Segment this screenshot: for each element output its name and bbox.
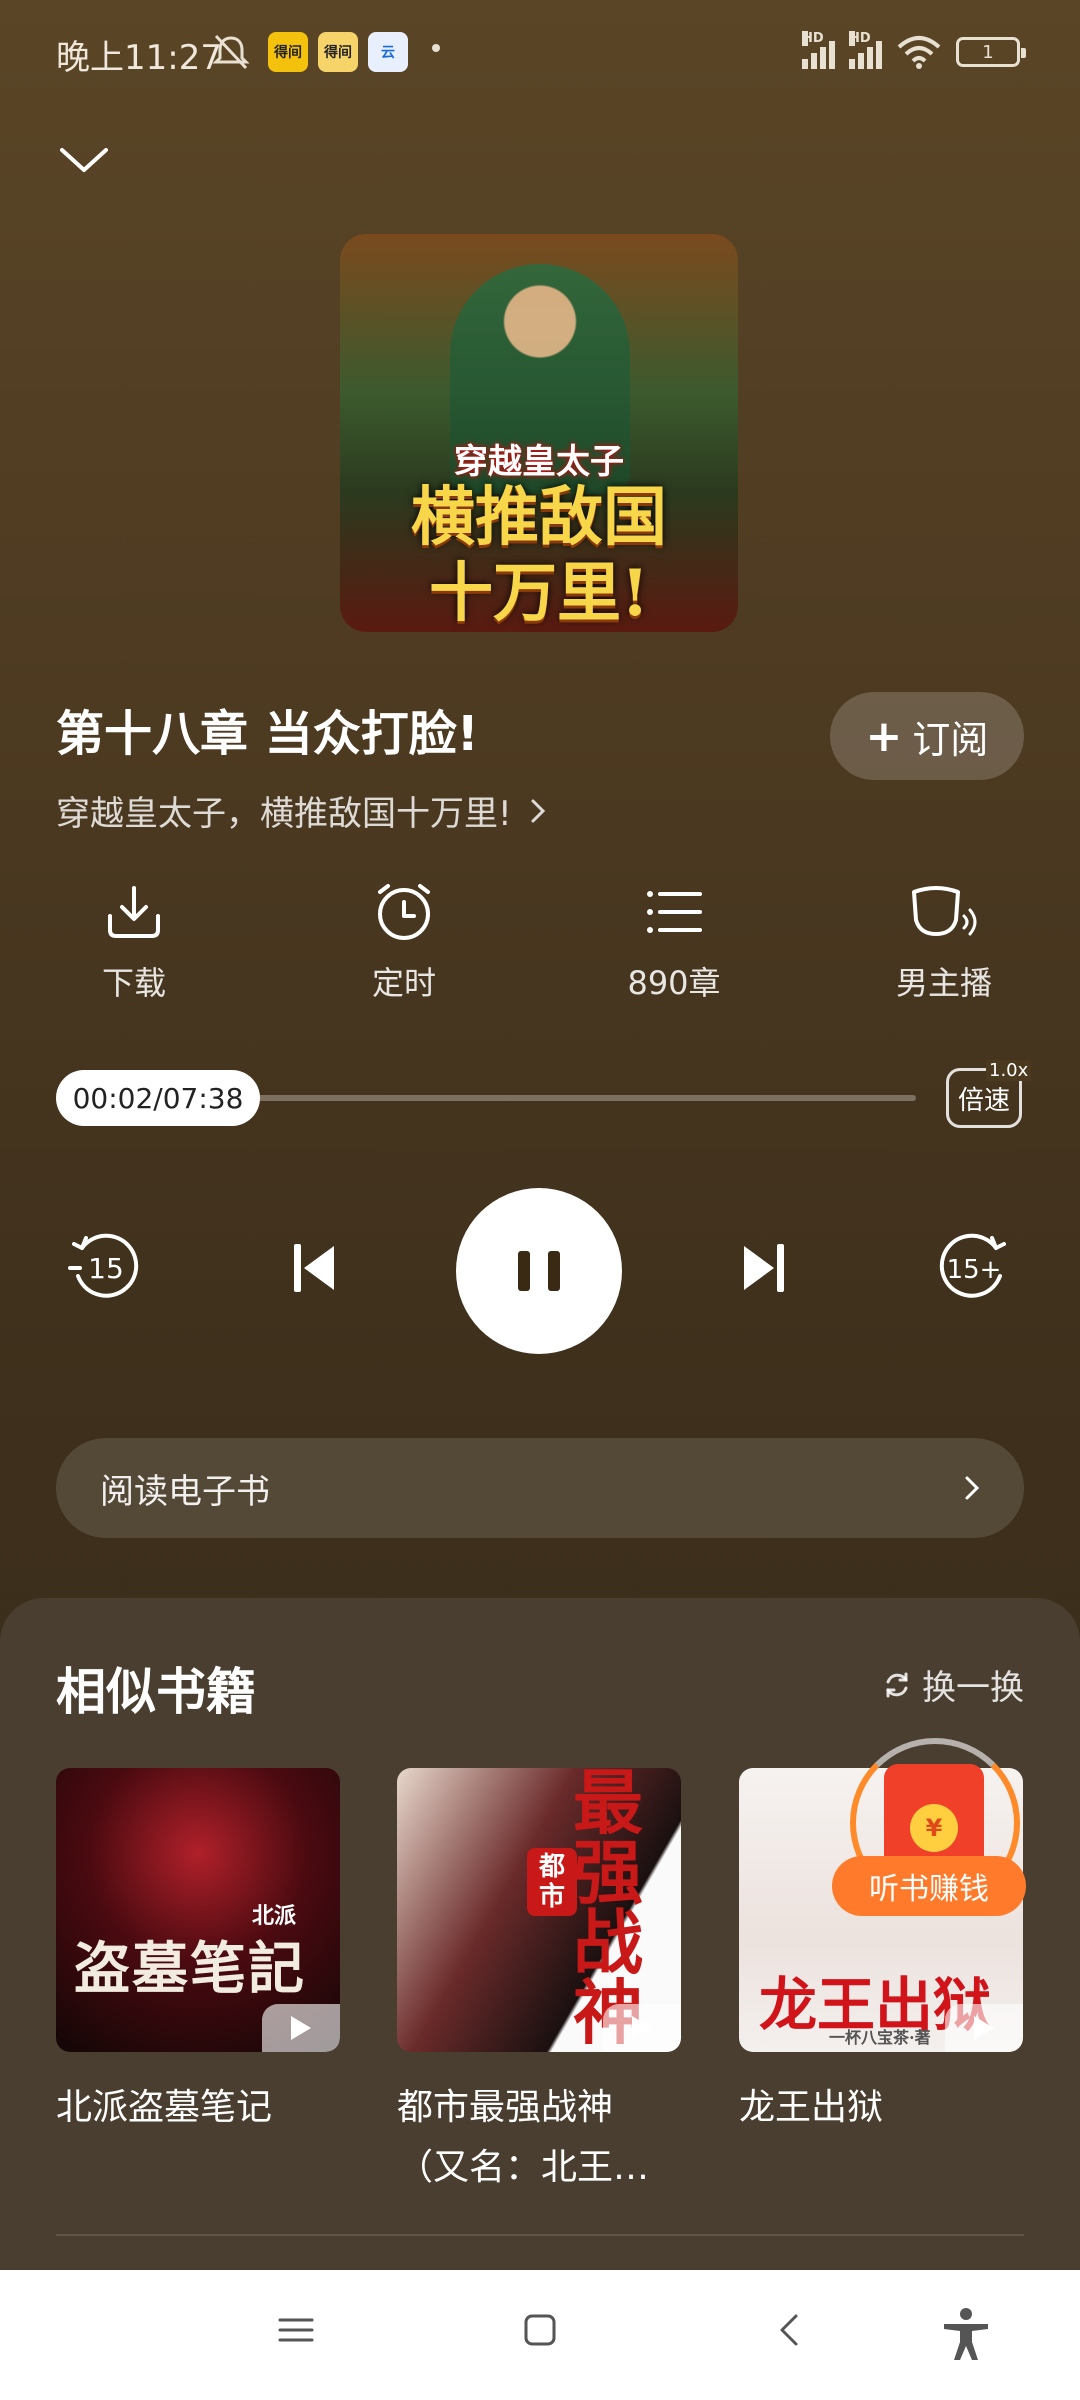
playback-controls: 15 15+ [0, 1188, 1080, 1358]
subscribe-label: 订阅 [912, 717, 989, 762]
accessibility-icon[interactable] [940, 2306, 992, 2362]
rewind-15-icon[interactable]: 15 [66, 1228, 142, 1304]
download-button[interactable]: 下载 [44, 880, 224, 1004]
pause-bar-right [548, 1251, 560, 1291]
notification-dot [432, 44, 440, 52]
play-badge-icon [945, 2004, 1023, 2052]
book-card-cover: 最强战神 都市 [397, 1768, 681, 2052]
svg-text:15+: 15+ [947, 1255, 1002, 1285]
play-badge-icon [603, 2004, 681, 2052]
timer-label: 定时 [371, 964, 436, 1002]
book-card-1[interactable]: 最强战神 都市 都市最强战神（又名：北王… [397, 1768, 681, 2198]
book-card-title: 龙王出狱 [739, 2087, 884, 2128]
plus-icon: + [865, 710, 903, 762]
svg-text:15: 15 [88, 1252, 124, 1285]
similar-books-title: 相似书籍 [56, 1663, 256, 1721]
cover-title: 横推敌国 十万里! [411, 480, 667, 631]
mute-bell-icon [212, 34, 250, 70]
pause-button[interactable] [456, 1188, 622, 1354]
refresh-label: 换一换 [922, 1668, 1024, 1708]
battery-icon: 1 [956, 37, 1026, 67]
refresh-icon [886, 1672, 908, 1697]
collapse-chevron-icon[interactable] [56, 138, 112, 182]
progress-thumb[interactable]: 00:02/07:38 [56, 1070, 260, 1126]
chapter-count-label: 890章 [627, 964, 721, 1002]
timer-button[interactable]: 定时 [314, 880, 494, 1004]
divider [56, 2234, 1024, 2236]
narrator-label: 男主播 [895, 964, 992, 1002]
app-badge-dejian: 得间 [268, 32, 308, 72]
app-badge-cloud: 云 [368, 32, 408, 72]
download-icon [108, 886, 160, 938]
book-card-0[interactable]: 北派 盗墓笔記 北派盗墓笔记 [56, 1768, 340, 2138]
status-time: 晚上11:27 [56, 38, 222, 78]
status-bar: 晚上11:27 得间 得间 云 HD HD 1 [0, 0, 1080, 110]
narrator-button[interactable]: 男主播 [854, 880, 1034, 1004]
progress-track[interactable] [240, 1095, 916, 1101]
coin-icon: ¥ [910, 1804, 958, 1852]
book-cover: 穿越皇太子 横推敌国 十万里! [340, 234, 738, 632]
menu-icon[interactable] [276, 2310, 316, 2350]
home-icon[interactable] [520, 2310, 560, 2350]
book-name-link[interactable]: 穿越皇太子，横推敌国十万里! [56, 786, 546, 835]
listen-earn-promo[interactable]: ¥ 听书赚钱 [832, 1738, 1026, 1928]
pause-bar-left [518, 1251, 530, 1291]
book-card-cover: 北派 盗墓笔記 [56, 1768, 340, 2052]
speed-label: 倍速 [957, 1085, 1010, 1116]
forward-15-icon[interactable]: 15+ [936, 1228, 1016, 1304]
narrator-icon [912, 886, 977, 936]
promo-label: 听书赚钱 [832, 1856, 1026, 1916]
similar-books-panel: 相似书籍 换一换 北派 盗墓笔記 北派盗墓笔记 最强战神 都市 都市最强战神（又… [0, 1598, 1080, 2278]
play-badge-icon [262, 2004, 340, 2052]
signal-icon: HD [802, 31, 835, 69]
list-icon [647, 891, 702, 933]
previous-track-icon[interactable] [290, 1238, 340, 1298]
read-ebook-label: 阅读电子书 [100, 1471, 270, 1512]
cover-subtitle: 穿越皇太子 [454, 442, 624, 482]
back-icon[interactable] [770, 2310, 810, 2350]
system-nav-bar [0, 2270, 1080, 2400]
read-ebook-button[interactable]: 阅读电子书 [56, 1438, 1024, 1538]
next-track-icon[interactable] [738, 1238, 788, 1298]
status-right: HD HD 1 [802, 30, 1026, 74]
alarm-clock-icon [378, 884, 430, 940]
chevron-right-icon [531, 799, 545, 822]
book-card-title: 北派盗墓笔记 [56, 2087, 273, 2128]
speed-value: 1.0x [986, 1060, 1032, 1081]
wifi-icon [897, 36, 941, 69]
action-row: 下载 定时 890章 男主播 [0, 880, 1080, 1010]
download-label: 下载 [101, 964, 166, 1002]
book-name: 穿越皇太子，横推敌国十万里! [56, 794, 512, 834]
chapter-title: 第十八章 当众打脸! [56, 706, 479, 762]
subscribe-button[interactable]: + 订阅 [830, 692, 1024, 780]
app-badge-dejian-2: 得间 [318, 32, 358, 72]
signal-icon-2: HD [849, 31, 882, 69]
book-card-title: 都市最强战神（又名：北王… [397, 2087, 650, 2188]
refresh-button[interactable]: 换一换 [882, 1660, 1024, 1709]
chevron-right-icon [965, 1476, 980, 1500]
chapter-list-button[interactable]: 890章 [584, 880, 764, 1004]
